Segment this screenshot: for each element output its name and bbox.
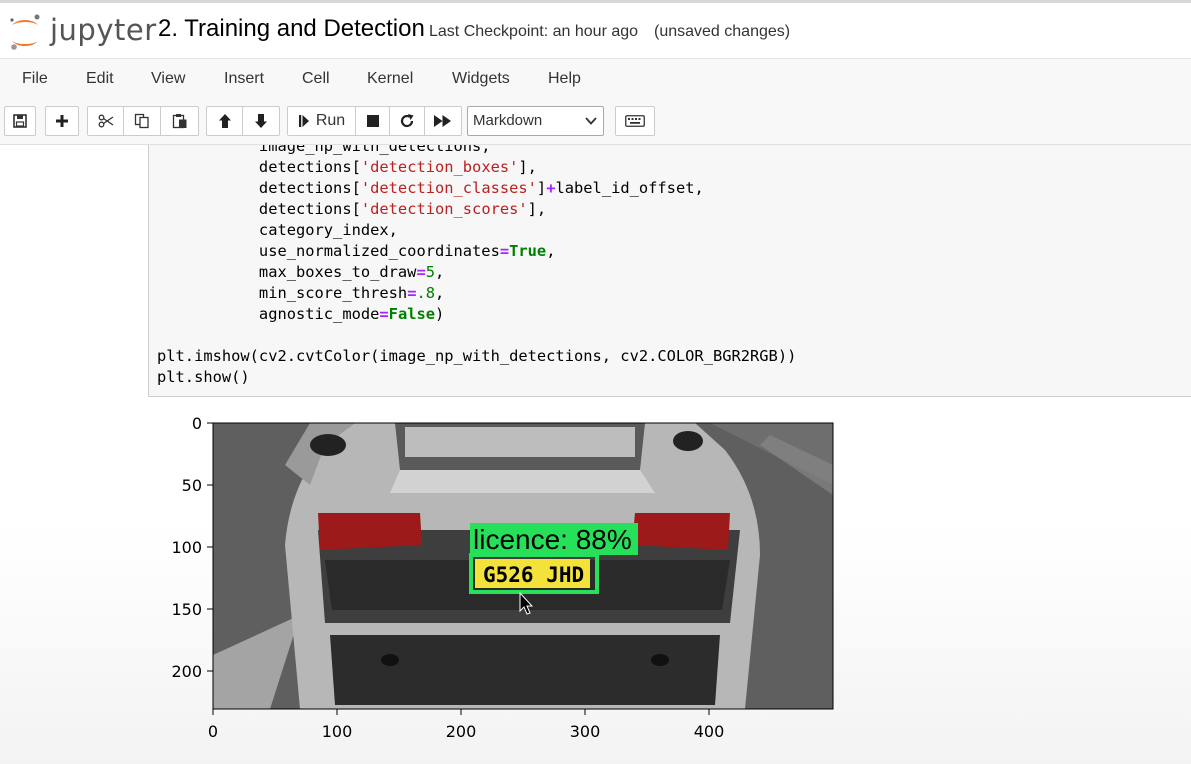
code-line: min_score_thresh=.8, (157, 284, 445, 302)
logo-text: jupyter (50, 13, 157, 47)
code-line: detections['detection_classes']+label_id… (157, 179, 704, 197)
notebook-body: image_np_with_detections, detections['de… (0, 145, 1191, 764)
code-line: max_boxes_to_draw=5, (157, 263, 445, 281)
code-input[interactable]: image_np_with_detections, detections['de… (157, 145, 796, 388)
code-line: image_np_with_detections, (157, 145, 491, 155)
output-plot: licence: 88% G526 JHD 0 50 100 150 200 0 100 2… (171, 414, 834, 741)
x-tick-label: 100 (322, 722, 353, 741)
move-up-button[interactable] (206, 106, 243, 136)
move-down-button[interactable] (243, 106, 280, 136)
chevron-down-icon (585, 117, 597, 125)
keyboard-icon (625, 115, 645, 127)
step-forward-icon (298, 115, 309, 127)
arrow-down-icon (255, 114, 267, 128)
insert-cell-button[interactable] (45, 106, 79, 136)
code-line: agnostic_mode=False) (157, 305, 445, 323)
save-icon (13, 114, 27, 128)
x-tick-label: 300 (570, 722, 601, 741)
cut-button[interactable] (87, 106, 124, 136)
code-line: detections['detection_boxes'], (157, 158, 537, 176)
code-cell[interactable]: image_np_with_detections, detections['de… (148, 145, 1191, 397)
unsaved-indicator: (unsaved changes) (654, 23, 791, 40)
menu-kernel[interactable]: Kernel (367, 70, 413, 88)
restart-button[interactable] (390, 106, 425, 136)
command-palette-button[interactable] (615, 106, 655, 136)
licence-plate-text: G526 JHD (483, 563, 584, 587)
notebook-title[interactable]: 2. Training and Detection (158, 15, 425, 43)
x-tick-label: 400 (694, 722, 725, 741)
menu-edit[interactable]: Edit (86, 70, 114, 88)
run-button[interactable]: Run (287, 106, 356, 136)
cell-type-value: Markdown (473, 112, 543, 129)
x-axis: 0 100 200 300 400 (208, 709, 724, 741)
fast-forward-icon (434, 115, 451, 127)
y-tick-label: 200 (171, 662, 202, 681)
refresh-icon (400, 114, 414, 128)
jupyter-logo[interactable]: jupyter (6, 11, 156, 53)
menubar: File Edit View Insert Cell Kernel Widget… (0, 58, 1191, 102)
x-tick-label: 200 (446, 722, 477, 741)
menu-help[interactable]: Help (548, 70, 581, 88)
jupyter-logo-icon (10, 14, 40, 50)
y-tick-label: 150 (171, 600, 202, 619)
y-tick-label: 0 (192, 414, 202, 433)
copy-button[interactable] (124, 106, 161, 136)
x-tick-label: 0 (208, 722, 218, 741)
code-line: plt.imshow(cv2.cvtColor(image_np_with_de… (157, 347, 797, 365)
interrupt-button[interactable] (356, 106, 390, 136)
stop-icon (366, 115, 379, 127)
menu-view[interactable]: View (151, 70, 185, 88)
code-line: category_index, (157, 221, 398, 239)
paste-button[interactable] (161, 106, 199, 136)
menu-cell[interactable]: Cell (302, 70, 330, 88)
plus-icon (56, 115, 68, 127)
toolbar: Run Markdown (0, 100, 1191, 145)
notebook-header: jupyter 2. Training and Detection Last C… (0, 0, 1191, 58)
menu-widgets[interactable]: Widgets (452, 70, 510, 88)
cell-type-select[interactable]: Markdown (467, 106, 604, 136)
y-axis: 0 50 100 150 200 (171, 414, 213, 681)
code-line: use_normalized_coordinates=True, (157, 242, 556, 260)
arrow-up-icon (218, 114, 231, 128)
menu-file[interactable]: File (22, 70, 48, 88)
restart-run-all-button[interactable] (425, 106, 462, 136)
copy-icon (134, 113, 149, 129)
code-line: detections['detection_scores'], (157, 200, 547, 218)
y-tick-label: 50 (182, 476, 202, 495)
code-line: plt.show() (157, 368, 250, 386)
checkpoint-status: Last Checkpoint: an hour ago (429, 23, 639, 40)
save-button[interactable] (4, 106, 36, 136)
paste-icon (172, 114, 186, 129)
y-tick-label: 100 (171, 538, 202, 557)
menu-insert[interactable]: Insert (224, 70, 264, 88)
run-label: Run (315, 112, 346, 129)
scissors-icon (98, 114, 113, 128)
detection-label: licence: 88% (473, 524, 632, 555)
